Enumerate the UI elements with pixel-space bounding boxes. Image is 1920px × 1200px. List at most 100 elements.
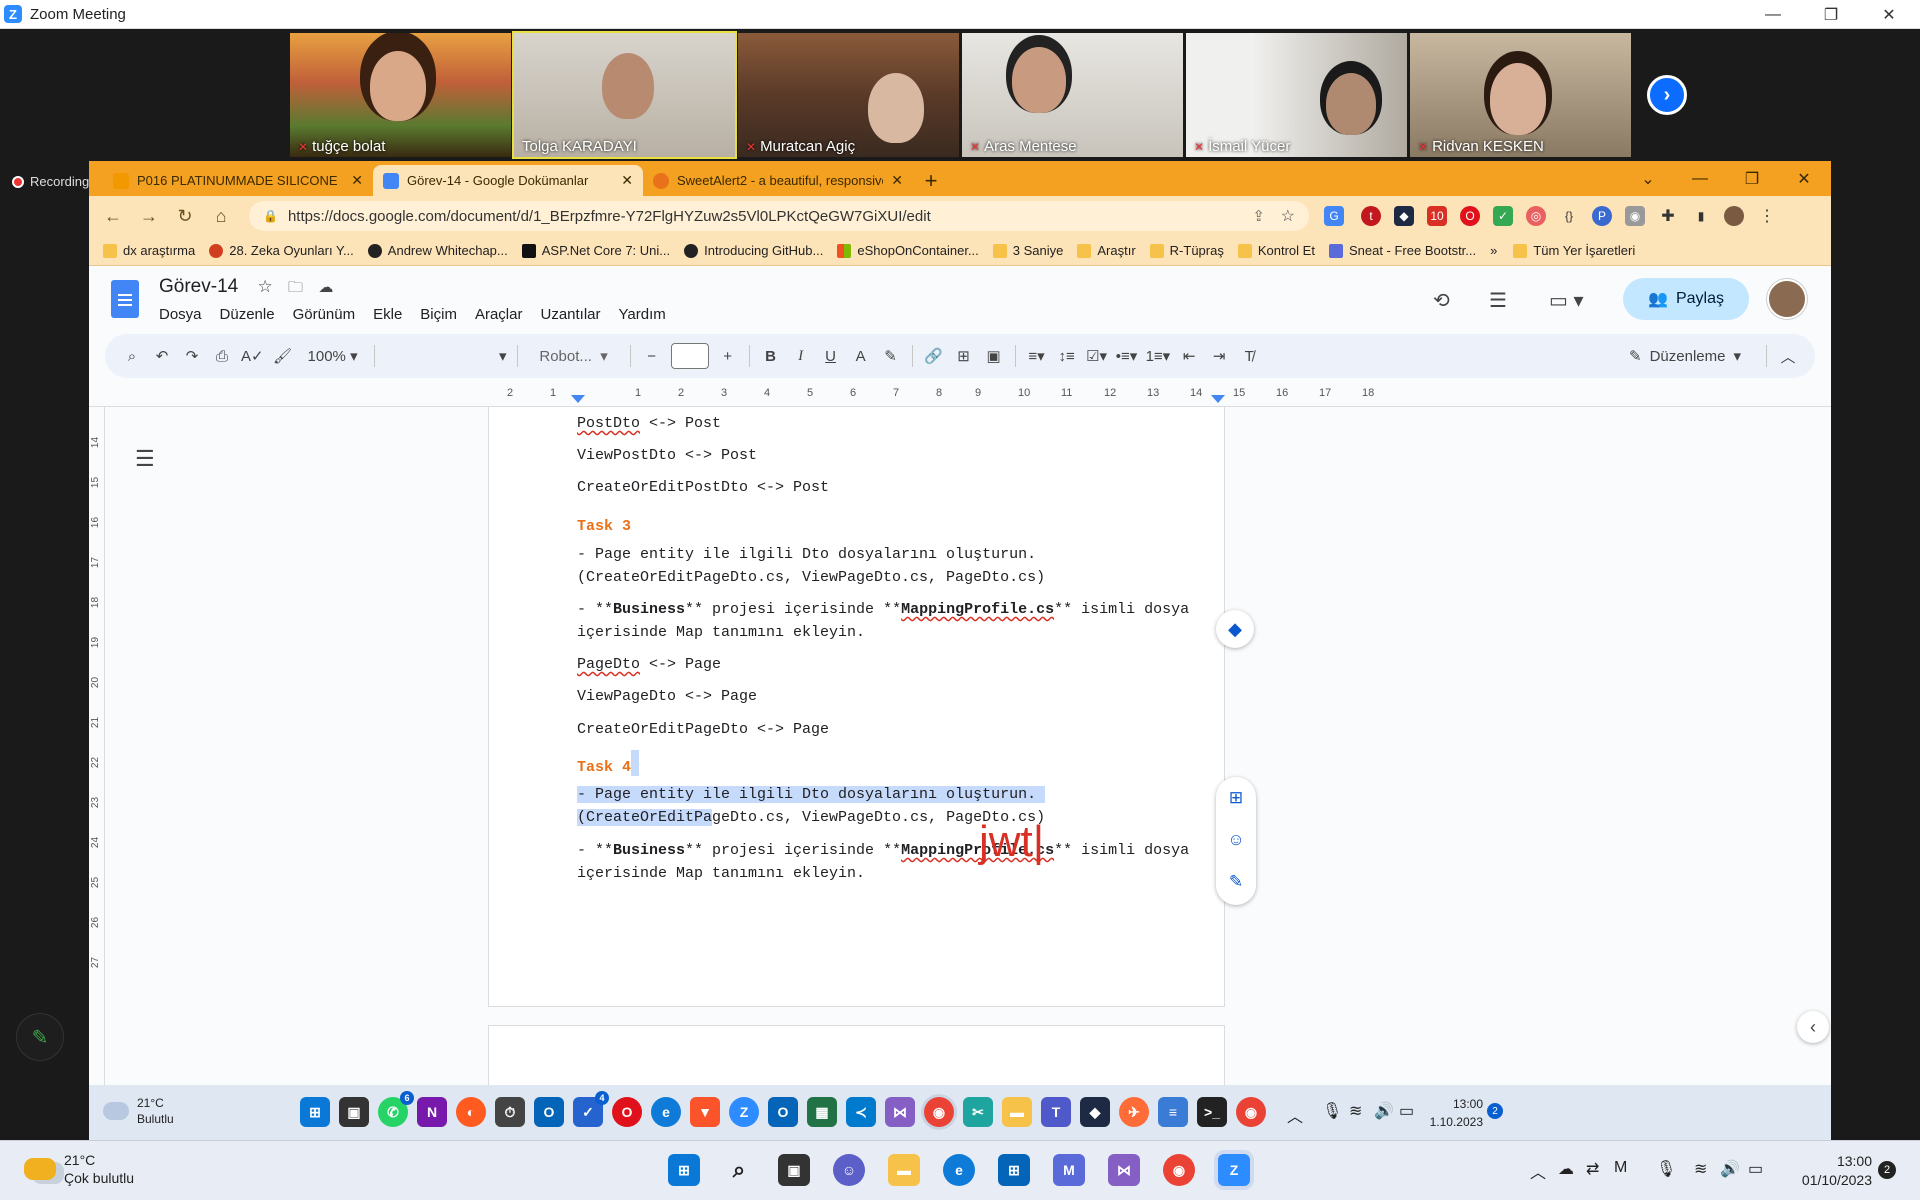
bookmark-item[interactable]: 28. Zeka Oyunları Y... bbox=[209, 243, 354, 258]
browser-minimize-button[interactable]: — bbox=[1675, 161, 1725, 196]
bookmark-item[interactable]: eShopOnContainer... bbox=[837, 243, 979, 258]
next-page[interactable] bbox=[488, 1025, 1225, 1085]
menu-view[interactable]: Görünüm bbox=[293, 306, 356, 323]
file-explorer-icon[interactable]: ▬ bbox=[1002, 1097, 1032, 1127]
extension-floating-icon[interactable]: ◆ bbox=[1216, 610, 1254, 648]
app-icon[interactable]: ✂ bbox=[963, 1097, 993, 1127]
bookmark-item[interactable]: Introducing GitHub... bbox=[684, 243, 823, 258]
move-folder-icon[interactable]: 🗀 bbox=[288, 279, 303, 296]
app-icon[interactable]: ◆ bbox=[1080, 1097, 1110, 1127]
share-button[interactable]: 👥 Paylaş bbox=[1623, 278, 1749, 320]
docs-logo-icon[interactable] bbox=[111, 280, 139, 318]
bookmark-item[interactable]: ASP.Net Core 7: Uni... bbox=[521, 243, 670, 258]
paint-format-icon[interactable]: 🖌 bbox=[268, 334, 298, 378]
zoom-select[interactable]: 100% ▾ bbox=[298, 334, 368, 378]
start-icon[interactable]: ⊞ bbox=[300, 1097, 330, 1127]
menu-tools[interactable]: Araçlar bbox=[475, 306, 523, 323]
horizontal-ruler[interactable]: 2 1 1 2 3 4 5 6 7 8 9 10 11 12 13 14 15 … bbox=[89, 383, 1831, 407]
clear-formatting-icon[interactable]: T̸ bbox=[1234, 334, 1264, 378]
account-avatar[interactable] bbox=[1767, 279, 1807, 319]
bookmarks-overflow-button[interactable]: » bbox=[1490, 243, 1497, 258]
tray-overflow-icon[interactable]: ︿ bbox=[1530, 1159, 1546, 1183]
browser-close-button[interactable]: ✕ bbox=[1779, 161, 1829, 196]
shield-extension-icon[interactable]: ✓ bbox=[1493, 206, 1513, 226]
add-comment-icon[interactable]: ⊞ bbox=[949, 334, 979, 378]
tray-overflow-icon[interactable]: ︿ bbox=[1287, 1103, 1303, 1127]
tab-close-icon[interactable]: ✕ bbox=[891, 172, 903, 189]
new-tab-button[interactable]: + bbox=[913, 165, 949, 196]
browser-tab[interactable]: SweetAlert2 - a beautiful, responsive ✕ bbox=[643, 165, 913, 196]
text-color-icon[interactable]: A bbox=[846, 334, 876, 378]
app-icon[interactable]: ◐ bbox=[456, 1097, 486, 1127]
notification-badge[interactable]: 2 bbox=[1487, 1103, 1503, 1119]
style-select[interactable]: ▾ bbox=[381, 334, 511, 378]
search-menus-icon[interactable]: ⌕ bbox=[117, 334, 147, 378]
participant-tile[interactable]: ✕ Ridvan KESKEN bbox=[1410, 33, 1631, 157]
menu-help[interactable]: Yardım bbox=[619, 306, 666, 323]
font-size-input[interactable] bbox=[667, 334, 713, 378]
opera-icon[interactable]: O bbox=[612, 1097, 642, 1127]
search-icon[interactable]: ⌕ bbox=[723, 1154, 755, 1186]
browser-restore-button[interactable]: ❐ bbox=[1727, 161, 1777, 196]
next-participants-button[interactable]: › bbox=[1647, 75, 1687, 115]
editing-mode-select[interactable]: ✎ Düzenleme ▾ bbox=[1610, 334, 1760, 378]
app-icon[interactable]: M bbox=[1053, 1154, 1085, 1186]
insert-link-icon[interactable]: 🔗 bbox=[919, 334, 949, 378]
extension-icon[interactable]: t bbox=[1361, 206, 1381, 226]
browser-tab[interactable]: P016 PLATINUMMADE SILICONE ✕ bbox=[103, 165, 373, 196]
visual-studio-icon[interactable]: ⋈ bbox=[1108, 1154, 1140, 1186]
italic-icon[interactable]: I bbox=[786, 334, 816, 378]
share-page-icon[interactable]: ⇪ bbox=[1252, 207, 1265, 225]
browser-tab-active[interactable]: Görev-14 - Google Dokümanlar ✕ bbox=[373, 165, 643, 196]
document-page[interactable]: PostDto <-> Post ViewPostDto <-> Post Cr… bbox=[488, 407, 1225, 1007]
bookmark-item[interactable]: R-Tüpraş bbox=[1149, 243, 1224, 258]
add-comment-icon[interactable]: ⊞ bbox=[1216, 777, 1256, 819]
checklist-icon[interactable]: ☑▾ bbox=[1082, 334, 1112, 378]
clock-app-icon[interactable]: ⏱ bbox=[495, 1097, 525, 1127]
settings-sync-icon[interactable]: ⇄ bbox=[1586, 1159, 1599, 1179]
hide-menus-icon[interactable]: ︿ bbox=[1773, 334, 1803, 378]
outlook-classic-icon[interactable]: O bbox=[768, 1097, 798, 1127]
star-icon[interactable]: ☆ bbox=[257, 277, 272, 296]
annotate-pencil-icon[interactable]: ✎ bbox=[16, 1013, 64, 1061]
participant-tile[interactable]: ✕ tuğçe bolat bbox=[290, 33, 511, 157]
version-history-icon[interactable]: ⟲ bbox=[1433, 288, 1450, 313]
task-view-icon[interactable]: ▣ bbox=[339, 1097, 369, 1127]
underline-icon[interactable]: U bbox=[816, 334, 846, 378]
bookmark-item[interactable]: 3 Saniye bbox=[992, 243, 1063, 258]
weather-widget[interactable]: 21°C Bulutlu bbox=[103, 1095, 174, 1127]
extensions-puzzle-icon[interactable]: ✚ bbox=[1658, 206, 1678, 226]
redo-icon[interactable]: ↷ bbox=[177, 334, 207, 378]
chrome-icon[interactable]: ◉ bbox=[1236, 1097, 1266, 1127]
bulleted-list-icon[interactable]: •≡▾ bbox=[1112, 334, 1142, 378]
zoom-icon-active[interactable]: Z bbox=[1218, 1154, 1250, 1186]
brave-icon[interactable]: ▼ bbox=[690, 1097, 720, 1127]
store-icon[interactable]: ⊞ bbox=[998, 1154, 1030, 1186]
bookmark-item[interactable]: Sneat - Free Bootstr... bbox=[1328, 243, 1476, 258]
volume-icon[interactable]: 🔊 bbox=[1720, 1159, 1740, 1179]
json-extension-icon[interactable]: {} bbox=[1559, 206, 1579, 226]
bold-icon[interactable]: B bbox=[756, 334, 786, 378]
tab-close-icon[interactable]: ✕ bbox=[351, 172, 363, 189]
battery-icon[interactable]: ▭ bbox=[1748, 1159, 1763, 1179]
spellcheck-icon[interactable]: A✓ bbox=[237, 334, 268, 378]
all-bookmarks-folder[interactable]: Tüm Yer İşaretleri bbox=[1513, 243, 1635, 258]
edge-icon[interactable]: e bbox=[943, 1154, 975, 1186]
right-indent-marker[interactable] bbox=[1211, 395, 1225, 403]
emoji-reaction-icon[interactable]: ☺ bbox=[1216, 819, 1256, 861]
tab-close-icon[interactable]: ✕ bbox=[621, 172, 633, 189]
participant-tile[interactable]: ✕ Muratcan Agiç bbox=[738, 33, 959, 157]
file-explorer-icon[interactable]: ▬ bbox=[888, 1154, 920, 1186]
font-select[interactable]: Robot... ▾ bbox=[524, 334, 624, 378]
bookmark-item[interactable]: Andrew Whitechap... bbox=[367, 243, 508, 258]
maximize-button[interactable]: ❐ bbox=[1802, 0, 1860, 29]
participant-tile-active[interactable]: Tolga KARADAYI bbox=[512, 31, 737, 159]
reload-icon[interactable]: ↻ bbox=[167, 206, 203, 227]
decrease-indent-icon[interactable]: ⇤ bbox=[1174, 334, 1204, 378]
decrease-font-size-icon[interactable]: − bbox=[637, 334, 667, 378]
sheets-icon[interactable]: ▦ bbox=[807, 1097, 837, 1127]
increase-font-size-icon[interactable]: + bbox=[713, 334, 743, 378]
wifi-icon[interactable]: ≋ bbox=[1694, 1159, 1707, 1179]
menu-edit[interactable]: Düzenle bbox=[220, 306, 275, 323]
menu-file[interactable]: Dosya bbox=[159, 306, 202, 323]
